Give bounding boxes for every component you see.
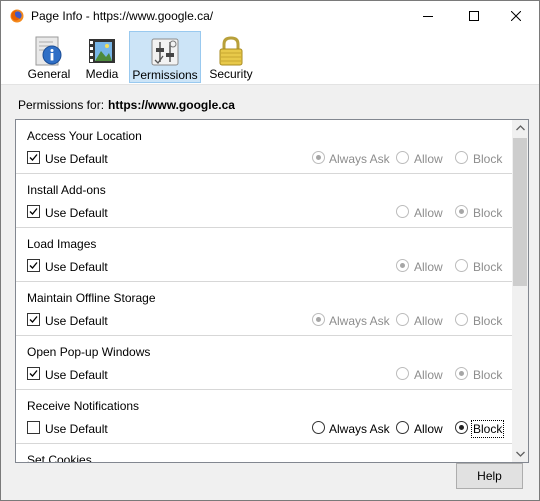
always-ask-radio[interactable] bbox=[312, 421, 325, 434]
block-label: Block bbox=[473, 260, 503, 274]
block-radio[interactable] bbox=[455, 151, 468, 164]
permission-title: Maintain Offline Storage bbox=[27, 291, 156, 305]
permission-row-addons: Install Add-ons Use Default Allow Block bbox=[16, 174, 512, 228]
permissions-for: Permissions for: https://www.google.ca bbox=[18, 98, 235, 112]
allow-label: Allow bbox=[414, 422, 443, 436]
allow-radio[interactable] bbox=[396, 259, 409, 272]
minimize-icon bbox=[423, 16, 433, 17]
block-radio[interactable] bbox=[455, 367, 468, 380]
permission-row-cookies: Set Cookies bbox=[16, 444, 512, 463]
close-icon bbox=[511, 11, 521, 21]
allow-radio[interactable] bbox=[396, 313, 409, 326]
checkmark-icon bbox=[29, 208, 38, 215]
permission-title: Load Images bbox=[27, 237, 97, 251]
info-icon bbox=[35, 36, 62, 66]
permission-row-popups: Open Pop-up Windows Use Default Allow Bl… bbox=[16, 336, 512, 390]
chevron-up-icon bbox=[515, 125, 525, 131]
allow-label: Allow bbox=[414, 314, 443, 328]
page-info-toolbar: General Media Permissions Security bbox=[1, 31, 539, 85]
permissions-for-label: Permissions for: bbox=[18, 98, 105, 112]
use-default-label: Use Default bbox=[45, 422, 108, 436]
block-label: Block bbox=[473, 206, 503, 220]
always-ask-label: Always Ask bbox=[329, 314, 390, 328]
tab-media-label: Media bbox=[85, 67, 119, 81]
scroll-up-button[interactable] bbox=[512, 120, 528, 136]
allow-radio[interactable] bbox=[396, 205, 409, 218]
permissions-list[interactable]: Access Your Location Use Default Always … bbox=[15, 119, 529, 463]
allow-label: Allow bbox=[414, 152, 443, 166]
tab-general-label: General bbox=[27, 67, 71, 81]
tab-permissions-label: Permissions bbox=[132, 68, 198, 82]
block-radio[interactable] bbox=[455, 259, 468, 272]
permission-row-images: Load Images Use Default Allow Block bbox=[16, 228, 512, 282]
allow-radio[interactable] bbox=[396, 151, 409, 164]
minimize-button[interactable] bbox=[405, 1, 451, 31]
permission-row-location: Access Your Location Use Default Always … bbox=[16, 120, 512, 174]
permission-row-notifications: Receive Notifications Use Default Always… bbox=[16, 390, 512, 444]
tab-security[interactable]: Security bbox=[206, 31, 256, 83]
firefox-icon bbox=[10, 9, 24, 23]
permission-title: Open Pop-up Windows bbox=[27, 345, 151, 359]
title-bar: Page Info - https://www.google.ca/ bbox=[1, 1, 539, 31]
always-ask-label: Always Ask bbox=[329, 422, 390, 436]
allow-label: Allow bbox=[414, 260, 443, 274]
block-radio[interactable] bbox=[455, 313, 468, 326]
permission-row-offline-storage: Maintain Offline Storage Use Default Alw… bbox=[16, 282, 512, 336]
tab-general[interactable]: General bbox=[22, 31, 76, 83]
use-default-checkbox[interactable] bbox=[27, 259, 40, 272]
block-radio[interactable] bbox=[455, 205, 468, 218]
scroll-down-button[interactable] bbox=[512, 446, 528, 462]
scroll-thumb[interactable] bbox=[513, 138, 527, 286]
permission-title: Set Cookies bbox=[27, 453, 92, 463]
block-label: Block bbox=[473, 368, 503, 382]
allow-label: Allow bbox=[414, 368, 443, 382]
use-default-checkbox[interactable] bbox=[27, 367, 40, 380]
always-ask-radio[interactable] bbox=[312, 151, 325, 164]
checkmark-icon bbox=[29, 154, 38, 161]
maximize-button[interactable] bbox=[451, 1, 497, 31]
use-default-label: Use Default bbox=[45, 260, 108, 274]
block-label: Block bbox=[470, 420, 505, 438]
chevron-down-icon bbox=[515, 451, 525, 457]
always-ask-radio[interactable] bbox=[312, 313, 325, 326]
close-button[interactable] bbox=[493, 1, 539, 31]
use-default-checkbox[interactable] bbox=[27, 151, 40, 164]
permission-title: Receive Notifications bbox=[27, 399, 140, 413]
permissions-site: https://www.google.ca bbox=[108, 98, 235, 112]
use-default-label: Use Default bbox=[45, 368, 108, 382]
allow-radio[interactable] bbox=[396, 421, 409, 434]
allow-label: Allow bbox=[414, 206, 443, 220]
checkmark-icon bbox=[29, 262, 38, 269]
tab-permissions[interactable]: Permissions bbox=[129, 31, 201, 83]
page-info-window: Page Info - https://www.google.ca/ Gener… bbox=[0, 0, 540, 501]
checkmark-icon bbox=[29, 370, 38, 377]
checkmark-icon bbox=[29, 316, 38, 323]
use-default-label: Use Default bbox=[45, 206, 108, 220]
use-default-label: Use Default bbox=[45, 314, 108, 328]
use-default-checkbox[interactable] bbox=[27, 421, 40, 434]
media-icon bbox=[89, 39, 115, 63]
use-default-label: Use Default bbox=[45, 152, 108, 166]
permissions-rows: Access Your Location Use Default Always … bbox=[16, 120, 512, 463]
use-default-checkbox[interactable] bbox=[27, 205, 40, 218]
block-label: Block bbox=[473, 314, 503, 328]
tab-media[interactable]: Media bbox=[80, 31, 124, 83]
block-radio[interactable] bbox=[455, 421, 468, 434]
lock-icon bbox=[219, 36, 243, 66]
use-default-checkbox[interactable] bbox=[27, 313, 40, 326]
block-label: Block bbox=[473, 152, 503, 166]
permission-title: Access Your Location bbox=[27, 129, 142, 143]
window-title: Page Info - https://www.google.ca/ bbox=[31, 9, 214, 23]
always-ask-label: Always Ask bbox=[329, 152, 390, 166]
help-button[interactable]: Help bbox=[456, 463, 523, 489]
allow-radio[interactable] bbox=[396, 367, 409, 380]
tab-security-label: Security bbox=[209, 67, 253, 81]
permission-title: Install Add-ons bbox=[27, 183, 106, 197]
permissions-icon bbox=[151, 38, 179, 66]
permissions-scrollbar[interactable] bbox=[512, 120, 528, 462]
maximize-icon bbox=[469, 11, 479, 21]
